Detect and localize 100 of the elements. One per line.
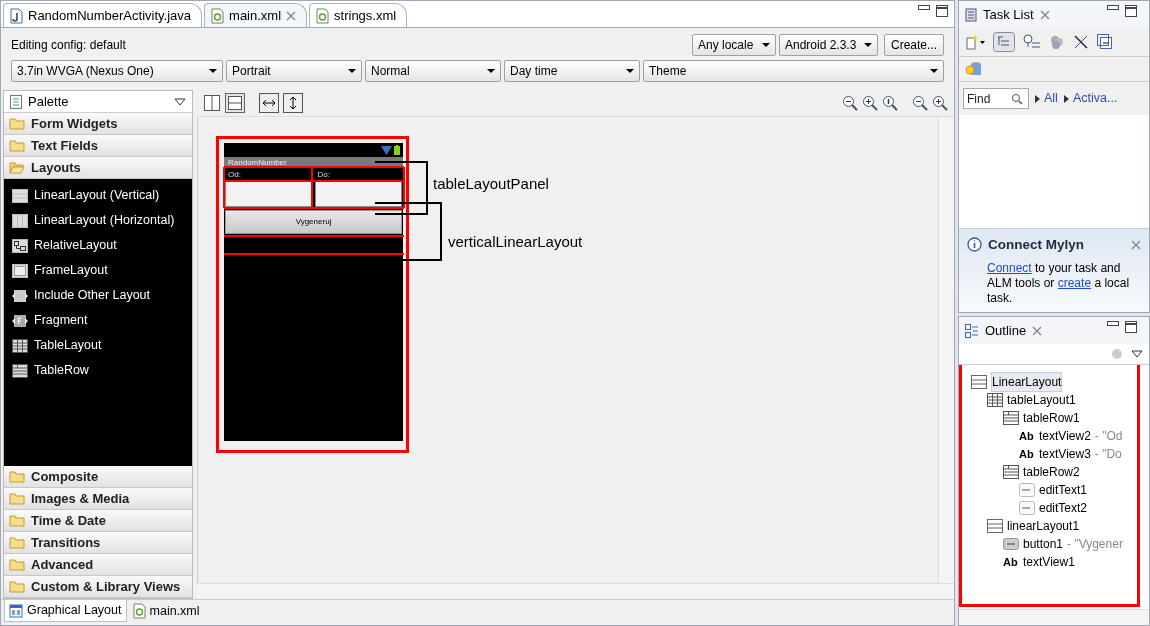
folder-icon xyxy=(9,117,25,130)
info-title: Connect Mylyn xyxy=(988,235,1085,254)
tree-item[interactable]: editText1 xyxy=(1019,481,1149,499)
fit-width-icon[interactable] xyxy=(259,93,279,113)
zoom-reset-icon[interactable] xyxy=(882,95,898,111)
folder-icon xyxy=(9,139,25,152)
close-icon[interactable] xyxy=(1032,325,1043,336)
close-icon[interactable] xyxy=(286,10,297,21)
signal-icon xyxy=(381,145,392,155)
palette-item[interactable]: RelativeLayout xyxy=(12,233,125,258)
palette-category[interactable]: Layouts xyxy=(4,157,192,179)
tree-item[interactable]: editText2 xyxy=(1019,499,1149,517)
editor-tab[interactable]: Graphical Layout xyxy=(4,600,127,622)
find-field[interactable]: Find xyxy=(963,88,1029,109)
field-label: Od: xyxy=(228,170,241,179)
tree-item[interactable]: Ab textView3 - "Do xyxy=(1019,445,1149,463)
input-field[interactable] xyxy=(314,181,402,207)
palette-category[interactable]: Composite xyxy=(4,466,192,488)
table-icon xyxy=(987,393,1003,407)
maximize-icon[interactable] xyxy=(936,5,948,17)
palette-category[interactable]: Advanced xyxy=(4,554,192,576)
linear-layout-icon xyxy=(971,375,987,389)
categorized-icon[interactable] xyxy=(993,32,1015,52)
palette-category[interactable]: Custom & Library Views xyxy=(4,576,192,598)
maximize-icon[interactable] xyxy=(1125,321,1137,333)
scheduled-icon[interactable] xyxy=(1023,34,1041,50)
vertical-scrollbar[interactable] xyxy=(938,117,954,583)
tree-item[interactable]: tableRow2 xyxy=(1003,463,1149,481)
stacked-icon[interactable] xyxy=(225,93,245,113)
tree-item[interactable]: Ab textView1 xyxy=(1003,553,1149,571)
dropdown[interactable]: Portrait xyxy=(226,60,362,82)
dropdown[interactable]: Any locale xyxy=(691,34,776,56)
text-link[interactable]: Connect xyxy=(987,261,1032,275)
palette-item[interactable]: FrameLayout xyxy=(12,258,116,283)
collapse-icon[interactable] xyxy=(1073,34,1089,50)
zoom-out-icon[interactable] xyxy=(842,95,858,111)
dropdown[interactable]: 3.7in WVGA (Nexus One) xyxy=(11,60,223,82)
include-layout-icon xyxy=(12,288,28,303)
input-field[interactable] xyxy=(225,181,313,207)
view-title: Task List xyxy=(983,5,1034,24)
palette-category[interactable]: Time & Date xyxy=(4,510,192,532)
new-task-icon[interactable] xyxy=(965,34,985,50)
zoom-in-icon[interactable] xyxy=(932,95,948,111)
palette-category[interactable]: Transitions xyxy=(4,532,192,554)
text-view-icon: Ab xyxy=(1019,427,1035,445)
edit-text-icon xyxy=(1019,483,1035,497)
tree-item[interactable]: tableRow1 xyxy=(1003,409,1149,427)
edit-text-icon xyxy=(1019,501,1035,515)
maximize-icon[interactable] xyxy=(1125,5,1137,17)
tree-item[interactable]: Ab textView2 - "Od xyxy=(1019,427,1149,445)
dropdown-icon[interactable] xyxy=(174,97,186,106)
close-icon[interactable] xyxy=(1039,9,1050,20)
search-icon xyxy=(1011,92,1023,105)
tree-item[interactable]: LinearLayout xyxy=(971,373,1149,391)
layout-icon xyxy=(9,603,23,618)
battery-icon xyxy=(394,145,400,155)
fit-height-icon[interactable] xyxy=(283,93,303,113)
field-label: Do: xyxy=(317,170,330,179)
tree-item[interactable]: linearLayout1 xyxy=(987,517,1149,535)
horizontal-scrollbar[interactable] xyxy=(197,583,954,599)
collapse-all-icon[interactable] xyxy=(1097,34,1113,50)
dropdown[interactable]: Day time xyxy=(504,60,640,82)
text-view-icon: Ab xyxy=(1003,553,1019,571)
create-button[interactable]: Create... xyxy=(883,34,944,56)
dropdown[interactable]: Normal xyxy=(365,60,501,82)
config-label: Editing config: default xyxy=(11,37,126,54)
palette-category[interactable]: Text Fields xyxy=(4,135,192,157)
palette-item[interactable]: Include Other Layout xyxy=(12,283,159,308)
filter-link[interactable]: All xyxy=(1035,89,1058,108)
folder-icon xyxy=(9,514,25,527)
folder-icon xyxy=(9,492,25,505)
linear-layout-icon xyxy=(12,188,28,203)
palette-category[interactable]: Form Widgets xyxy=(4,113,192,135)
palette-item[interactable]: LinearLayout (Vertical) xyxy=(12,183,168,208)
horizontal-scrollbar[interactable] xyxy=(959,609,1149,625)
dropdown[interactable]: Theme xyxy=(643,60,944,82)
editor-tab[interactable]: main.xml xyxy=(204,3,308,27)
palette-title: Palette xyxy=(28,92,70,111)
text-link[interactable]: create xyxy=(1057,276,1092,290)
palette-item[interactable]: TableRow xyxy=(12,358,97,383)
info-message: Connect to your task and ALM tools or create a local task. xyxy=(986,261,1131,306)
palette-item[interactable]: Fragment xyxy=(12,308,96,333)
tree-item[interactable]: button1 - "Vygener xyxy=(1003,535,1149,553)
editor-tab[interactable]: main.xml xyxy=(126,600,205,622)
table-icon xyxy=(12,338,28,353)
view-menu-icon[interactable] xyxy=(1131,350,1143,358)
side-by-side-icon[interactable] xyxy=(203,94,221,112)
editor-tab[interactable]: strings.xml xyxy=(309,3,408,27)
palette-category[interactable]: Images & Media xyxy=(4,488,192,510)
annotation-label: tableLayoutPanel xyxy=(433,174,549,194)
tree-item[interactable]: tableLayout1 xyxy=(987,391,1149,409)
close-icon[interactable] xyxy=(1131,239,1141,250)
zoom-out-icon[interactable] xyxy=(912,95,928,111)
palette-item[interactable]: LinearLayout (Horizontal) xyxy=(12,208,183,233)
filter-link[interactable]: Activa... xyxy=(1063,89,1118,108)
palette-item[interactable]: TableLayout xyxy=(12,333,110,358)
zoom-in-icon[interactable] xyxy=(862,95,878,111)
editor-tab[interactable]: RandomNumberActivity.java xyxy=(3,3,203,27)
dropdown[interactable]: Android 2.3.3 xyxy=(778,34,878,56)
generate-button[interactable]: Vygeneruj xyxy=(225,210,402,234)
